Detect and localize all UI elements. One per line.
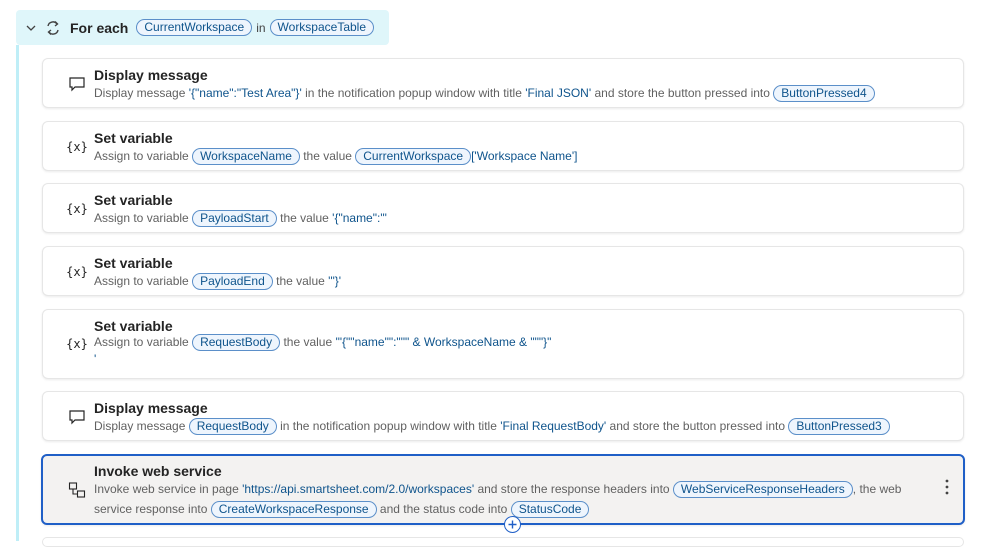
next-action-partial	[42, 537, 964, 547]
variable-chip[interactable]: RequestBody	[188, 418, 277, 435]
loop-body-guide	[16, 45, 19, 541]
desc-text: Invoke web service in page	[94, 482, 243, 496]
variable-chip[interactable]: RequestBody	[192, 334, 281, 351]
action-title: Set variable	[94, 318, 173, 334]
chevron-down-icon[interactable]	[24, 21, 38, 35]
action-description: Assign to variable RequestBody the value…	[94, 334, 927, 368]
action-set-variable-1[interactable]: {x} Set variable Assign to variable Work…	[42, 121, 964, 171]
message-icon	[67, 409, 87, 425]
action-set-variable-2[interactable]: {x} Set variable Assign to variable Payl…	[42, 183, 964, 233]
variable-chip[interactable]: WorkspaceName	[192, 148, 300, 165]
variable-chip[interactable]: StatusCode	[510, 501, 590, 518]
variable-icon: {x}	[66, 265, 88, 279]
variable-chip[interactable]: ButtonPressed3	[788, 418, 890, 435]
action-description: Assign to variable PayloadStart the valu…	[94, 208, 927, 228]
value-text-continued: '	[94, 352, 97, 366]
loop-title: For each	[70, 19, 129, 36]
desc-text: the value	[272, 274, 329, 288]
message-value: '{"name":"Test Area"}'	[188, 86, 302, 100]
action-description: Display message '{"name":"Test Area"}' i…	[94, 83, 927, 103]
loop-in-keyword: in	[256, 20, 266, 35]
variable-icon: {x}	[66, 337, 88, 351]
loop-variable-chip[interactable]: CurrentWorkspace	[136, 19, 253, 36]
desc-text: and the status code into	[376, 502, 511, 516]
action-description: Display message RequestBody in the notif…	[94, 416, 927, 436]
action-description: Invoke web service in page 'https://api.…	[94, 479, 927, 519]
action-display-message-1[interactable]: Display message Display message '{"name"…	[42, 58, 964, 108]
url-value: 'https://api.smartsheet.com/2.0/workspac…	[242, 482, 475, 496]
action-title: Invoke web service	[94, 463, 222, 479]
action-set-variable-4[interactable]: {x} Set variable Assign to variable Requ…	[42, 309, 964, 379]
action-title: Display message	[94, 67, 208, 83]
variable-chip[interactable]: CurrentWorkspace	[355, 148, 472, 165]
value-text: '"}'	[328, 274, 342, 288]
variable-chip[interactable]: PayloadEnd	[192, 273, 273, 290]
desc-text: and store the response headers into	[474, 482, 673, 496]
variable-chip[interactable]: CreateWorkspaceResponse	[210, 501, 377, 518]
web-service-icon	[67, 482, 87, 498]
action-description: Assign to variable PayloadEnd the value …	[94, 271, 927, 291]
for-each-loop-header[interactable]: For each CurrentWorkspace in WorkspaceTa…	[16, 10, 389, 45]
desc-text: Display message	[94, 419, 189, 433]
desc-text: and store the button pressed into	[591, 86, 774, 100]
value-text: ['Workspace Name']	[471, 149, 578, 163]
desc-text: Assign to variable	[94, 335, 193, 349]
action-description: Assign to variable WorkspaceName the val…	[94, 146, 927, 166]
action-title: Display message	[94, 400, 208, 416]
loop-collection-chip[interactable]: WorkspaceTable	[269, 19, 375, 36]
action-display-message-2[interactable]: Display message Display message RequestB…	[42, 391, 964, 441]
action-title: Set variable	[94, 192, 173, 208]
add-action-button[interactable]	[504, 516, 521, 533]
desc-text: the value	[280, 335, 336, 349]
desc-text: Display message	[94, 86, 189, 100]
desc-text: the value	[276, 211, 333, 225]
more-options-icon[interactable]	[943, 478, 951, 496]
desc-text: Assign to variable	[94, 211, 193, 225]
desc-text: Assign to variable	[94, 149, 193, 163]
value-text: '{"name":"'	[332, 211, 387, 225]
desc-text: the value	[299, 149, 356, 163]
variable-chip[interactable]: ButtonPressed4	[773, 85, 875, 102]
variable-chip[interactable]: PayloadStart	[192, 210, 277, 227]
desc-text: in the notification popup window with ti…	[301, 86, 526, 100]
action-invoke-web-service[interactable]: Invoke web service Invoke web service in…	[41, 454, 965, 525]
action-title: Set variable	[94, 130, 173, 146]
title-value: 'Final RequestBody'	[500, 419, 607, 433]
desc-text: Assign to variable	[94, 274, 193, 288]
variable-chip[interactable]: WebServiceResponseHeaders	[672, 481, 853, 498]
desc-text: and store the button pressed into	[606, 419, 789, 433]
action-set-variable-3[interactable]: {x} Set variable Assign to variable Payl…	[42, 246, 964, 296]
loop-icon	[44, 19, 62, 37]
desc-text: in the notification popup window with ti…	[276, 419, 501, 433]
message-icon	[67, 76, 87, 92]
title-value: 'Final JSON'	[525, 86, 592, 100]
variable-icon: {x}	[66, 140, 88, 154]
action-title: Set variable	[94, 255, 173, 271]
variable-icon: {x}	[66, 202, 88, 216]
value-text: '"{""name"":""" & WorkspaceName & """}"	[335, 335, 552, 349]
